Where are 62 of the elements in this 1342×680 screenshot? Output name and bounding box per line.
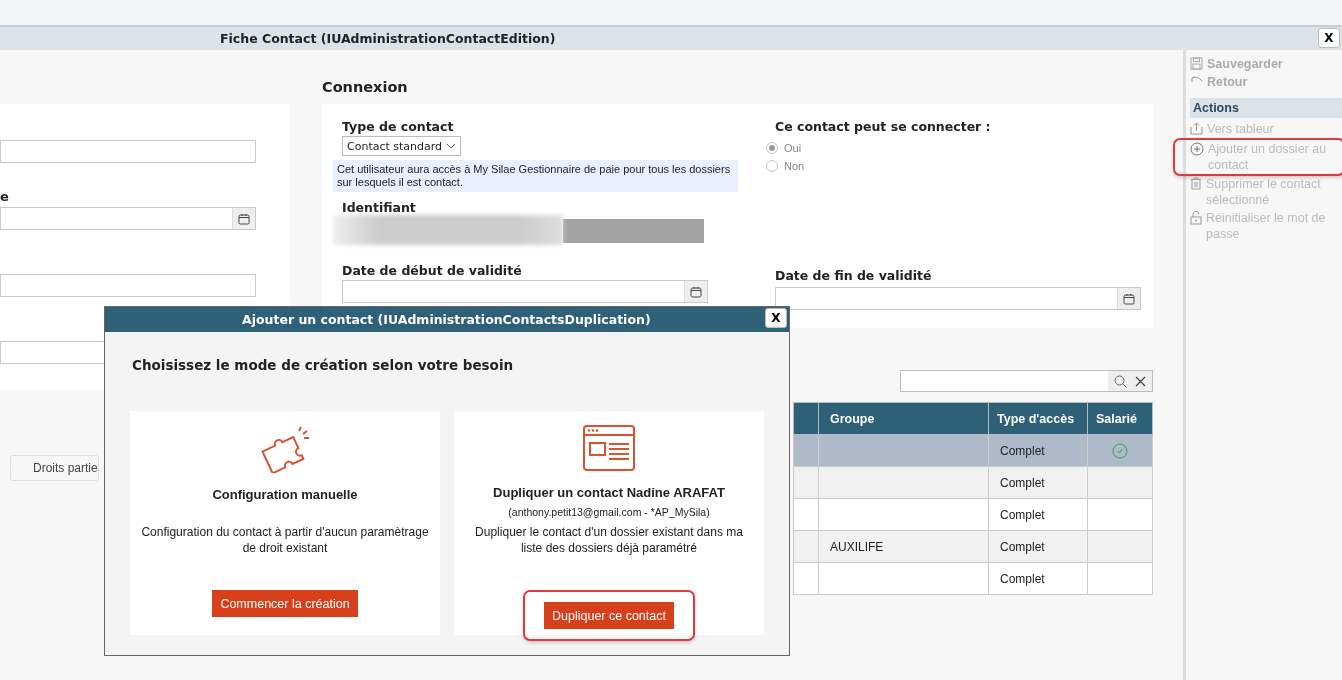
option-description: Configuration du contact à partir d'aucun paramètrage de droit existant: [140, 524, 430, 556]
save-icon: [1190, 57, 1203, 70]
close-icon[interactable]: [1135, 375, 1146, 387]
search-icon[interactable]: [1114, 374, 1127, 388]
field-label: Type de contact: [342, 119, 454, 134]
section-header: Actions: [1190, 98, 1342, 118]
action-button[interactable]: Commencer la création: [212, 590, 358, 617]
field-label: Date de fin de validité: [775, 268, 932, 283]
column-header[interactable]: Salarié: [1087, 402, 1153, 435]
table-cell: Complet: [988, 530, 1088, 563]
table-cell: [793, 466, 819, 499]
table-cell: Complet: [988, 498, 1088, 531]
option-title: Dupliquer un contact Nadine ARAFAT: [493, 485, 725, 500]
unlock-icon: [1190, 211, 1202, 225]
table-cell: [793, 530, 819, 563]
close-button[interactable]: X: [1318, 28, 1340, 48]
undo-icon: [1190, 75, 1203, 85]
option-description: Dupliquer le contact d'un dossier existant dans ma liste des dossiers déjà paramétré: [474, 524, 744, 556]
dialog-title: Ajouter un contact (IUAdministrationContactsDuplication): [242, 312, 651, 327]
radio-button[interactable]: [766, 142, 778, 154]
table-cell: [793, 562, 819, 595]
date-field[interactable]: [0, 207, 256, 230]
contact-type-dropdown[interactable]: Contact standard: [342, 136, 461, 156]
chevron-down-icon: [446, 143, 456, 149]
trash-icon: [1190, 177, 1202, 190]
date-field[interactable]: [775, 287, 1141, 310]
calendar-icon[interactable]: [690, 285, 702, 298]
radio-button[interactable]: [766, 160, 778, 172]
table-header: [793, 402, 819, 435]
action-button[interactable]: Dupliquer ce contact: [544, 602, 674, 629]
column-header[interactable]: Type d'accès: [988, 402, 1088, 435]
field-label: Identifiant: [342, 200, 416, 215]
table-cell: Complet: [988, 562, 1088, 595]
option-title: Configuration manuelle: [212, 487, 358, 502]
date-field[interactable]: [342, 280, 708, 303]
table-cell: [793, 498, 819, 531]
column-header[interactable]: Groupe: [818, 402, 989, 435]
window-title: Fiche Contact (IUAdministrationContactEdition): [220, 31, 556, 46]
calendar-icon[interactable]: [238, 212, 250, 225]
radio-label: Non: [784, 160, 805, 172]
text-field[interactable]: [0, 274, 256, 297]
table-cell: AUXILIFE: [818, 530, 989, 563]
table-cell: Complet: [988, 466, 1088, 499]
field-label: Date de début de validité: [342, 263, 522, 278]
section-title: Connexion: [322, 79, 408, 95]
rights-button[interactable]: Droits partie: [10, 455, 99, 481]
table-cell: [793, 434, 819, 467]
add-icon: [1190, 142, 1204, 156]
close-button[interactable]: X: [765, 308, 787, 328]
option-subtitle: (anthony.petit13@gmail.com - *AP_MySila): [508, 506, 710, 518]
text-field[interactable]: [0, 140, 256, 163]
export-icon: [1190, 122, 1203, 135]
radio-label: Oui: [784, 142, 802, 154]
field-label: Ce contact peut se connecter :: [775, 119, 991, 134]
field-label: e: [0, 189, 9, 204]
browser-window-icon: [583, 425, 635, 471]
table-cell: Complet: [988, 434, 1088, 467]
search-field[interactable]: [900, 370, 1153, 392]
info-message: Cet utilisateur aura accès à My Silae Gestionnaire de paie pour tous les dossiers sur lesquels il est contact.: [333, 160, 738, 192]
dialog-heading: Choisissez le mode de création selon votre besoin: [132, 357, 515, 373]
puzzle-icon: [259, 425, 311, 473]
calendar-icon[interactable]: [1123, 292, 1135, 305]
